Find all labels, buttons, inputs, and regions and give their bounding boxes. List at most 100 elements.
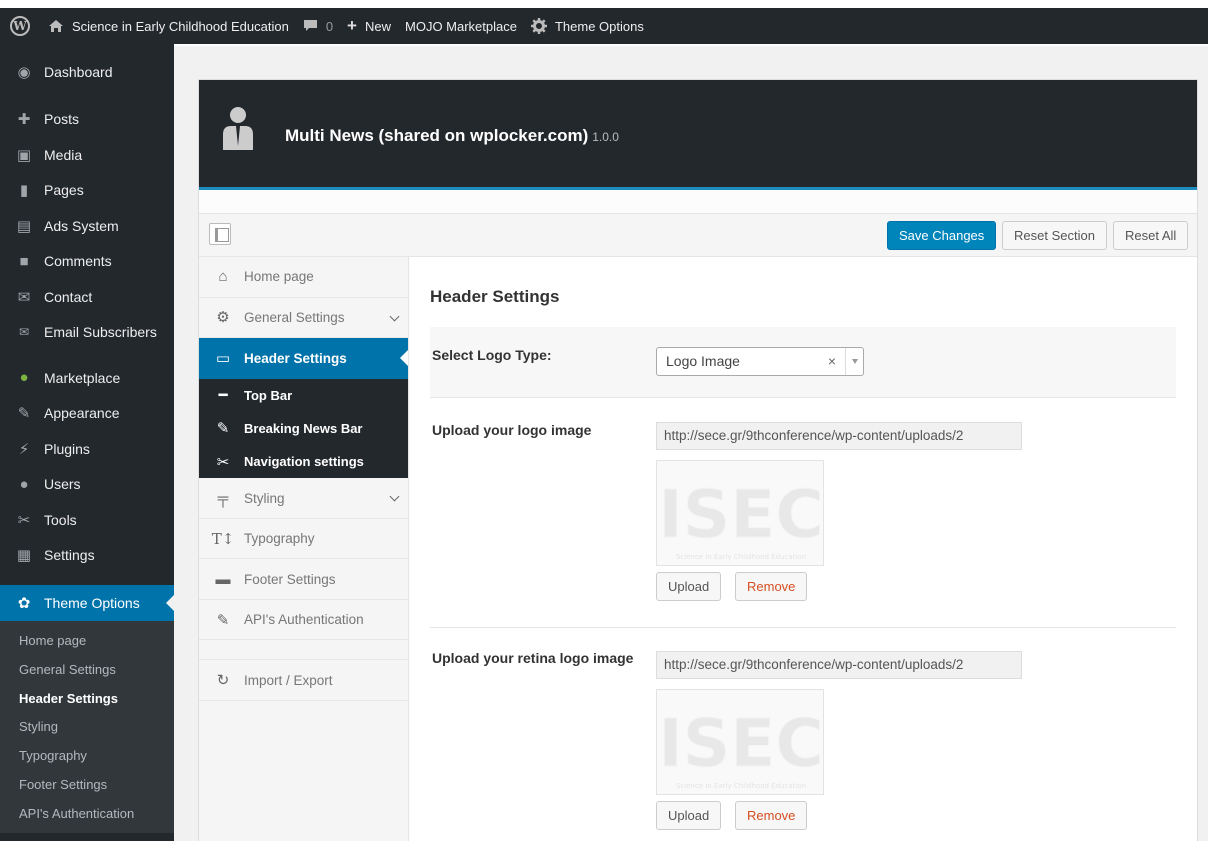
- gear-icon: [530, 18, 547, 34]
- mojo-label: MOJO Marketplace: [405, 18, 517, 34]
- logo-remove-button[interactable]: Remove: [735, 572, 808, 601]
- wrench-icon: ✂: [17, 511, 31, 529]
- tab-home-page[interactable]: ⌂ Home page: [199, 257, 408, 298]
- divider: [430, 627, 1176, 628]
- retina-logo-preview-image: ISEC Science in Early Childhood Educatio…: [656, 689, 824, 795]
- submenu-item-home-page[interactable]: Home page: [0, 627, 174, 656]
- plug-icon: ⚡: [18, 440, 30, 458]
- panel-title: Multi News (shared on wplocker.com) 1.0.0: [285, 126, 619, 146]
- sidebar-item-plugins[interactable]: ⚡ Plugins: [0, 431, 174, 467]
- options-content: Header Settings Select Logo Type: Logo I…: [410, 257, 1197, 841]
- sidebar-item-appearance[interactable]: ✎ Appearance: [0, 396, 174, 432]
- retina-remove-button[interactable]: Remove: [735, 801, 808, 830]
- text-height-icon: T↕: [211, 529, 235, 548]
- theme-options-label: Theme Options: [554, 18, 644, 34]
- gavel-icon: ✎: [216, 611, 230, 629]
- retina-url-field[interactable]: http://sece.gr/9thconference/wp-content/…: [656, 651, 1022, 679]
- expand-toggle-icon[interactable]: [209, 223, 231, 245]
- sidebar-item-label: Media: [44, 146, 83, 163]
- settings-icon: ▦: [16, 547, 32, 565]
- sidebar-item-marketplace[interactable]: ● Marketplace: [0, 360, 174, 396]
- minus-icon: ━: [218, 387, 228, 405]
- sidebar-item-label: Email Subscribers: [44, 324, 157, 341]
- submenu-item-general-settings[interactable]: General Settings: [0, 656, 174, 685]
- sidebar-item-email-subscribers[interactable]: ✉ Email Subscribers: [0, 315, 174, 351]
- logo-type-label: Select Logo Type:: [432, 347, 552, 363]
- logo-upload-button[interactable]: Upload: [656, 572, 722, 601]
- gear-icon: ✿: [17, 595, 31, 612]
- divider: [430, 397, 1176, 398]
- dropdown-arrow-icon[interactable]: [845, 348, 863, 375]
- pages-icon: ▮: [19, 182, 29, 200]
- envelope-icon: ✉: [18, 325, 30, 340]
- site-name-link[interactable]: Science in Early Childhood Education: [48, 19, 289, 34]
- sidebar-item-tools[interactable]: ✂ Tools: [0, 502, 174, 538]
- new-label: New: [364, 18, 391, 34]
- nav-label: Top Bar: [244, 387, 293, 403]
- nav-label: Import / Export: [244, 672, 333, 688]
- reset-section-button[interactable]: Reset Section: [1002, 221, 1107, 250]
- sidebar-item-contact[interactable]: ✉ Contact: [0, 279, 174, 315]
- user-icon: ●: [19, 475, 29, 493]
- submenu-item-footer-settings[interactable]: Footer Settings: [0, 771, 174, 800]
- tab-navigation-settings[interactable]: ✂ Navigation settings: [199, 445, 408, 478]
- pin-icon: ✚: [17, 111, 31, 129]
- comment-icon: [303, 19, 318, 33]
- sidebar-item-label: Marketplace: [44, 369, 121, 386]
- mail-icon: ✉: [17, 288, 31, 306]
- pencil-icon: ✎: [216, 420, 230, 438]
- new-content-link[interactable]: + New: [347, 16, 391, 36]
- tab-footer-settings[interactable]: ▬ Footer Settings: [199, 559, 408, 600]
- mojo-marketplace-link[interactable]: MOJO Marketplace: [405, 19, 517, 34]
- retina-upload-label: Upload your retina logo image: [432, 650, 634, 666]
- refresh-icon: ↻: [216, 672, 230, 690]
- sidebar-item-comments[interactable]: ■ Comments: [0, 244, 174, 280]
- logo-type-select[interactable]: Logo Image ×: [656, 347, 864, 376]
- submenu-item-typography[interactable]: Typography: [0, 742, 174, 771]
- logo-url-field[interactable]: http://sece.gr/9thconference/wp-content/…: [656, 422, 1022, 450]
- tab-header-settings[interactable]: ▭ Header Settings: [199, 338, 408, 379]
- marketplace-icon: ●: [19, 369, 29, 387]
- submenu-item-header-settings[interactable]: Header Settings: [0, 685, 174, 714]
- tab-import-export[interactable]: ↻ Import / Export: [199, 660, 408, 701]
- sidebar-item-media[interactable]: ▣ Media: [0, 137, 174, 173]
- site-name-label: Science in Early Childhood Education: [72, 18, 289, 34]
- theme-options-link[interactable]: Theme Options: [530, 18, 644, 34]
- comment-icon: ■: [19, 252, 29, 270]
- tab-typography[interactable]: T↕ Typography: [199, 519, 408, 560]
- paint-roller-icon: ╤: [217, 489, 229, 507]
- chevron-down-icon: [389, 311, 400, 321]
- retina-upload-button[interactable]: Upload: [656, 801, 722, 830]
- sidebar-item-users[interactable]: ● Users: [0, 467, 174, 503]
- person-icon: [223, 107, 253, 150]
- admin-sidebar: ◉ Dashboard ✚ Posts ▣ Media ▮ Pages ▤ Ad…: [0, 44, 174, 841]
- tab-general-settings[interactable]: ⚙ General Settings: [199, 298, 408, 338]
- reset-all-button[interactable]: Reset All: [1113, 221, 1189, 250]
- plus-icon: +: [347, 16, 357, 35]
- sidebar-item-label: Comments: [44, 253, 112, 270]
- clear-icon[interactable]: ×: [828, 348, 836, 375]
- nav-label: General Settings: [244, 309, 345, 325]
- comments-link[interactable]: 0: [303, 19, 333, 34]
- tab-api-authentication[interactable]: ✎ API's Authentication: [199, 600, 408, 641]
- sidebar-item-pages[interactable]: ▮ Pages: [0, 173, 174, 209]
- logo-subtext: Science in Early Childhood Education: [676, 782, 806, 790]
- sidebar-item-settings[interactable]: ▦ Settings: [0, 538, 174, 574]
- sidebar-item-label: Contact: [44, 288, 93, 305]
- wordpress-logo-icon[interactable]: W: [10, 16, 30, 36]
- tab-styling[interactable]: ╤ Styling: [199, 478, 408, 519]
- sidebar-item-ads-system[interactable]: ▤ Ads System: [0, 208, 174, 244]
- nav-label: Home page: [244, 269, 314, 285]
- submenu-item-api-authentication[interactable]: API's Authentication: [0, 800, 174, 829]
- save-changes-button[interactable]: Save Changes: [887, 221, 997, 250]
- logo-upload-label: Upload your logo image: [432, 422, 592, 438]
- ads-icon: ▤: [16, 217, 32, 235]
- tab-breaking-news-bar[interactable]: ✎ Breaking News Bar: [199, 412, 408, 445]
- sidebar-item-dashboard[interactable]: ◉ Dashboard: [0, 54, 174, 90]
- tab-top-bar[interactable]: ━ Top Bar: [199, 379, 408, 412]
- submenu-item-styling[interactable]: Styling: [0, 713, 174, 742]
- admin-bar-strip: W Science in Early Childhood Education 0…: [0, 8, 1208, 44]
- sidebar-item-posts[interactable]: ✚ Posts: [0, 102, 174, 138]
- sidebar-item-theme-options[interactable]: ✿ Theme Options: [0, 585, 174, 621]
- panel-header: Multi News (shared on wplocker.com) 1.0.0: [199, 80, 1197, 190]
